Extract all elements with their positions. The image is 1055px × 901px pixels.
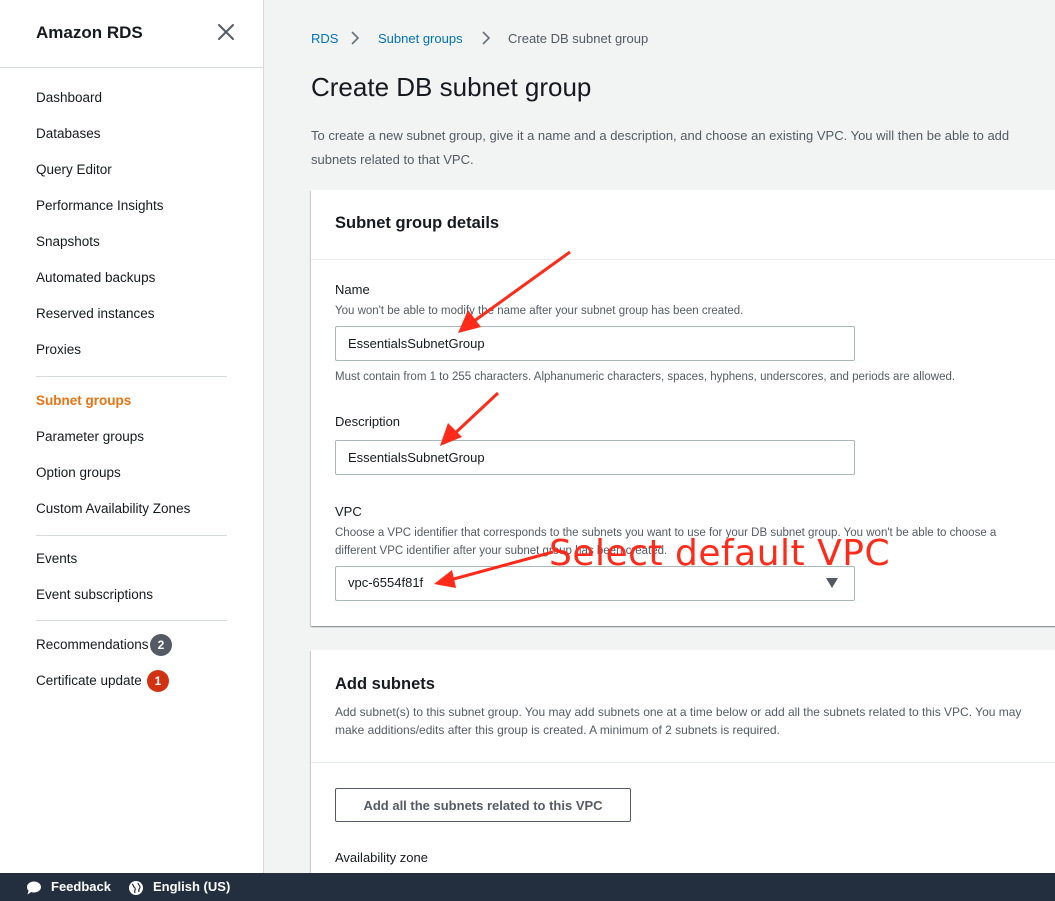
add-all-subnets-button[interactable]: Add all the subnets related to this VPC (335, 788, 631, 822)
page-description: To create a new subnet group, give it a … (311, 128, 1010, 167)
sidebar-item-databases[interactable]: Databases (36, 126, 101, 141)
sidebar-item-event-subscriptions[interactable]: Event subscriptions (36, 587, 153, 602)
name-input[interactable] (335, 326, 855, 361)
name-label: Name (335, 282, 370, 297)
globe-icon (129, 881, 143, 895)
close-navigation-button[interactable] (214, 20, 238, 44)
sidebar-item-dashboard[interactable]: Dashboard (36, 90, 102, 105)
add-subnets-description: Add subnet(s) to this subnet group. You … (335, 705, 1022, 737)
annotation-label: Select default VPC (549, 533, 891, 574)
side-navigation: Amazon RDS Dashboard Databases Query Edi… (0, 0, 264, 873)
sidebar-item-certificate-update[interactable]: Certificate update (36, 673, 142, 688)
panel-title: Subnet group details (335, 214, 500, 232)
sidebar-item-option-groups[interactable]: Option groups (36, 465, 121, 480)
close-icon (218, 24, 234, 40)
sidebar-item-automated-backups[interactable]: Automated backups (36, 270, 155, 285)
description-label: Description (335, 414, 401, 429)
nav-divider (36, 376, 227, 377)
sidebar-header: Amazon RDS (0, 0, 263, 68)
panel-header: Subnet group details (311, 190, 1055, 260)
name-constraint-hint: Must contain from 1 to 255 characters. A… (335, 371, 956, 383)
nav-divider (36, 535, 227, 536)
breadcrumb-subnet-groups[interactable]: Subnet groups (378, 31, 463, 46)
panel-title: Add subnets (335, 675, 435, 693)
description-input[interactable] (335, 440, 855, 475)
language-selector[interactable]: English (US) (153, 879, 230, 894)
add-subnets-panel: Add subnets Add subnet(s) to this subnet… (311, 650, 1055, 890)
sidebar-item-snapshots[interactable]: Snapshots (36, 234, 100, 249)
sidebar-item-parameter-groups[interactable]: Parameter groups (36, 429, 144, 444)
breadcrumb-current: Create DB subnet group (508, 31, 649, 46)
sidebar-item-reserved-instances[interactable]: Reserved instances (36, 306, 155, 321)
chevron-right-icon (351, 31, 360, 45)
caret-down-icon (826, 578, 838, 588)
chevron-right-icon (482, 31, 491, 45)
availability-zone-label: Availability zone (335, 850, 428, 865)
vpc-label: VPC (335, 504, 362, 519)
feedback-link[interactable]: Feedback (51, 879, 111, 894)
sidebar-item-performance-insights[interactable]: Performance Insights (36, 198, 164, 213)
sidebar-item-proxies[interactable]: Proxies (36, 342, 81, 357)
recommendations-count-badge: 2 (150, 634, 172, 656)
name-description: You won't be able to modify the name aft… (335, 305, 744, 317)
sidebar-item-events[interactable]: Events (36, 551, 77, 566)
certificate-update-count-badge: 1 (147, 670, 169, 692)
sidebar-item-custom-availability-zones[interactable]: Custom Availability Zones (36, 501, 190, 516)
panel-header: Add subnets Add subnet(s) to this subnet… (311, 650, 1055, 763)
sidebar-title: Amazon RDS (36, 23, 143, 42)
speech-bubble-icon (27, 881, 41, 895)
vpc-selected-value: vpc-6554f81f (348, 575, 424, 590)
nav-divider (36, 620, 227, 621)
page-title: Create DB subnet group (311, 72, 592, 102)
console-footer: Feedback English (US) (0, 873, 1055, 901)
sidebar-item-subnet-groups[interactable]: Subnet groups (36, 393, 131, 408)
breadcrumb-rds[interactable]: RDS (311, 31, 338, 46)
sidebar-item-recommendations[interactable]: Recommendations (36, 637, 149, 652)
sidebar-item-query-editor[interactable]: Query Editor (36, 162, 112, 177)
